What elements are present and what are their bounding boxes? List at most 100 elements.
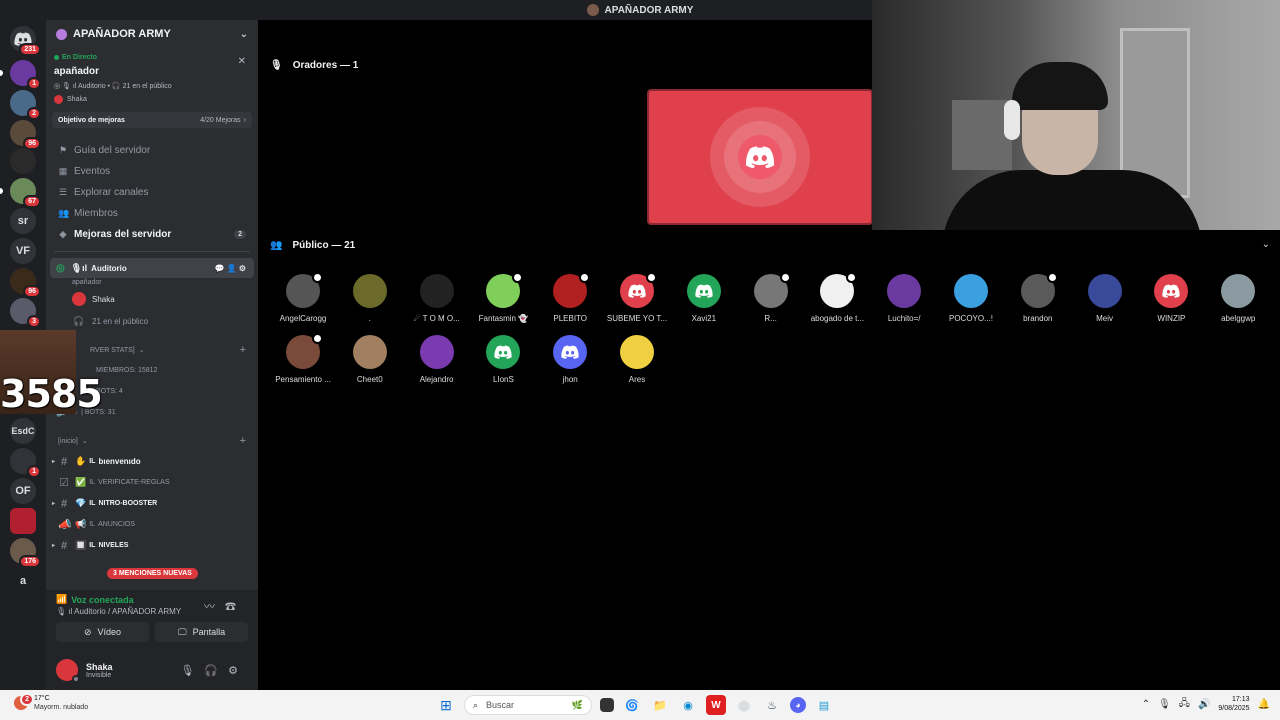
discord-taskbar-icon[interactable]: ◕ xyxy=(790,697,806,713)
notifications-icon[interactable]: 🔔 xyxy=(1258,699,1270,710)
voice-channel-auditorio[interactable]: ◎ 🎙ıl Auditorio 💬👤⚙ xyxy=(50,258,254,278)
category-inicio[interactable]: [inicio] ⌄ + xyxy=(46,431,258,451)
server-icon[interactable]: 3 xyxy=(10,298,41,328)
server-icon[interactable] xyxy=(10,148,36,174)
server-icon[interactable]: 96 xyxy=(10,268,41,298)
audience-member[interactable]: abogado de t... xyxy=(804,272,870,323)
notepad-icon[interactable]: ▤ xyxy=(814,695,834,715)
copilot-icon[interactable]: 🌀 xyxy=(622,695,642,715)
nav-browse-channels[interactable]: ☰ Explorar canales xyxy=(46,182,258,203)
voice-member[interactable]: Shaka xyxy=(46,290,258,308)
channel-niveles[interactable]: ▸ # 🔲 ıl niveles xyxy=(46,535,258,556)
server-icon[interactable]: OF xyxy=(10,478,36,504)
moderator-icon xyxy=(846,272,858,283)
app-icon[interactable]: ⬤ xyxy=(734,695,754,715)
taskbar-search[interactable]: ⌕ Buscar 🌿 xyxy=(464,695,592,715)
guild-header[interactable]: APAÑADOR ARMY ⌄ xyxy=(46,20,258,48)
add-channel-icon[interactable]: + xyxy=(240,344,246,356)
audience-member[interactable]: WINZIP xyxy=(1138,274,1204,323)
weather-temp: 17°C xyxy=(34,695,50,702)
disconnect-icon[interactable]: ☎ xyxy=(225,601,246,613)
user-info[interactable]: Shaka Invisible xyxy=(86,662,113,679)
mic-icon[interactable]: 🎙 xyxy=(1158,699,1171,710)
chevron-right-icon: › xyxy=(243,116,246,124)
server-icon[interactable]: sr xyxy=(10,208,36,234)
audience-member[interactable]: ☄ T O M O... xyxy=(404,274,470,323)
channel-nitro-booster[interactable]: ▸ # 💎 ıl nitro-booster xyxy=(46,493,258,514)
audience-member[interactable]: Cheet0 xyxy=(337,335,403,384)
channel-anuncios[interactable]: 📣 📢 ıl anuncios xyxy=(46,514,258,535)
weather-widget[interactable]: 2 17°C Mayorm. nublado xyxy=(14,693,88,712)
office-icon[interactable]: W xyxy=(706,695,726,715)
voice-audience-count[interactable]: 🎧 21 en el público xyxy=(46,312,258,330)
speakers-header: 🎙 Oradores — 1 xyxy=(270,60,358,71)
server-icon[interactable]: VF xyxy=(10,238,36,264)
audience-member[interactable]: Meiv xyxy=(1072,274,1138,323)
avatar[interactable] xyxy=(56,659,80,683)
audience-member[interactable]: Fantasmin 👻 xyxy=(470,272,536,323)
close-icon[interactable]: ✕ xyxy=(238,56,246,67)
audience-member-name: brandon xyxy=(1023,314,1053,323)
channel-tools[interactable]: 💬👤⚙ xyxy=(215,264,248,273)
avatar xyxy=(954,274,988,308)
channel-bienvenido[interactable]: ▸ # ✋ ıl bιenvenιdo xyxy=(46,451,258,472)
server-icon[interactable]: 1 xyxy=(10,60,41,90)
steam-icon[interactable]: ♨ xyxy=(762,695,782,715)
audience-member[interactable]: Alejandro xyxy=(404,335,470,384)
audience-member[interactable]: R... xyxy=(738,272,804,323)
announcement-icon: 📣 xyxy=(58,519,72,531)
tray-overflow-icon[interactable]: ⌃ xyxy=(1142,699,1150,710)
video-button[interactable]: ⊘ Vídeo xyxy=(56,622,149,642)
mic-icon[interactable]: 🎙 xyxy=(180,665,204,677)
server-icon[interactable]: 2 xyxy=(10,90,41,120)
audience-member[interactable]: Xavi21 xyxy=(671,274,737,323)
server-icon[interactable]: 96 xyxy=(10,120,41,150)
clock[interactable]: 17:13 9/08/2025 xyxy=(1218,695,1249,713)
audience-member[interactable]: AngelCarogg xyxy=(270,272,336,323)
headphones-icon: 🎧 xyxy=(73,315,85,326)
server-icon[interactable]: 67 xyxy=(10,178,41,208)
edge-icon[interactable]: ◉ xyxy=(678,695,698,715)
server-icon[interactable] xyxy=(10,508,36,534)
gear-icon[interactable]: ⚙ xyxy=(228,665,248,677)
audience-member[interactable]: SUBEME YO T... xyxy=(604,272,670,323)
nav-members[interactable]: 👥 Miembros xyxy=(46,203,258,224)
server-icon[interactable]: 1 xyxy=(10,448,41,478)
server-icon[interactable]: 176 xyxy=(10,538,41,568)
chevron-down-icon[interactable]: ⌄ xyxy=(1262,239,1270,250)
nav-label: Explorar canales xyxy=(74,187,149,198)
nav-server-boosts[interactable]: ◈ Mejoras del servidor 2 xyxy=(46,224,258,245)
speaker-card[interactable] xyxy=(647,89,873,225)
headphones-icon[interactable]: 🎧 xyxy=(204,665,228,677)
audience-member[interactable]: Pensamiento ... xyxy=(270,333,336,384)
noise-suppression-icon[interactable]: 〰 xyxy=(204,601,225,613)
live-stage-card[interactable]: En Directo ✕ apañador ◎ 🎙 ıl Auditorio •… xyxy=(46,48,258,104)
discord-home-button[interactable]: 231 xyxy=(10,26,41,56)
network-icon[interactable]: 🖧 xyxy=(1179,696,1190,713)
audience-member[interactable]: LIonS xyxy=(470,335,536,384)
audience-member[interactable]: brandon xyxy=(1005,272,1071,323)
boost-goal-bar[interactable]: Objetivo de mejoras 4/20 Mejoras › xyxy=(52,112,252,128)
channel-verificate-reglas[interactable]: ☑ ✅ ıl verificate-reglas xyxy=(46,472,258,493)
audience-member[interactable]: . xyxy=(337,274,403,323)
volume-icon[interactable]: 🔊 xyxy=(1198,699,1210,710)
file-explorer-icon[interactable]: 📁 xyxy=(650,695,670,715)
audience-member-name: Xavi21 xyxy=(691,314,717,323)
audience-member[interactable]: POCOYO...! xyxy=(938,274,1004,323)
server-icon[interactable]: a xyxy=(10,568,36,594)
audience-member[interactable]: jhon xyxy=(537,335,603,384)
task-view-icon[interactable] xyxy=(600,698,614,712)
new-mentions-pill[interactable]: 3 MENCIONES NUEVAS xyxy=(107,568,198,579)
windows-start-icon[interactable]: ⊞ xyxy=(436,695,456,715)
add-channel-icon[interactable]: + xyxy=(240,435,246,447)
audience-member[interactable]: Luchito=/ xyxy=(871,274,937,323)
audience-member[interactable]: Ares xyxy=(604,335,670,384)
audience-member[interactable]: PLEBITO xyxy=(537,272,603,323)
audience-member[interactable]: abelggwp xyxy=(1205,274,1271,323)
server-icon[interactable]: EsdC xyxy=(10,418,36,444)
screen-share-button[interactable]: 🖵 Pantalla xyxy=(155,622,248,642)
category-server-stats[interactable]: rver stats] ⌄ + xyxy=(46,340,258,360)
mic-icon: 🎙 xyxy=(270,60,283,71)
nav-events[interactable]: ▦ Eventos xyxy=(46,161,258,182)
nav-server-guide[interactable]: ⚑ Guía del servidor xyxy=(46,140,258,161)
